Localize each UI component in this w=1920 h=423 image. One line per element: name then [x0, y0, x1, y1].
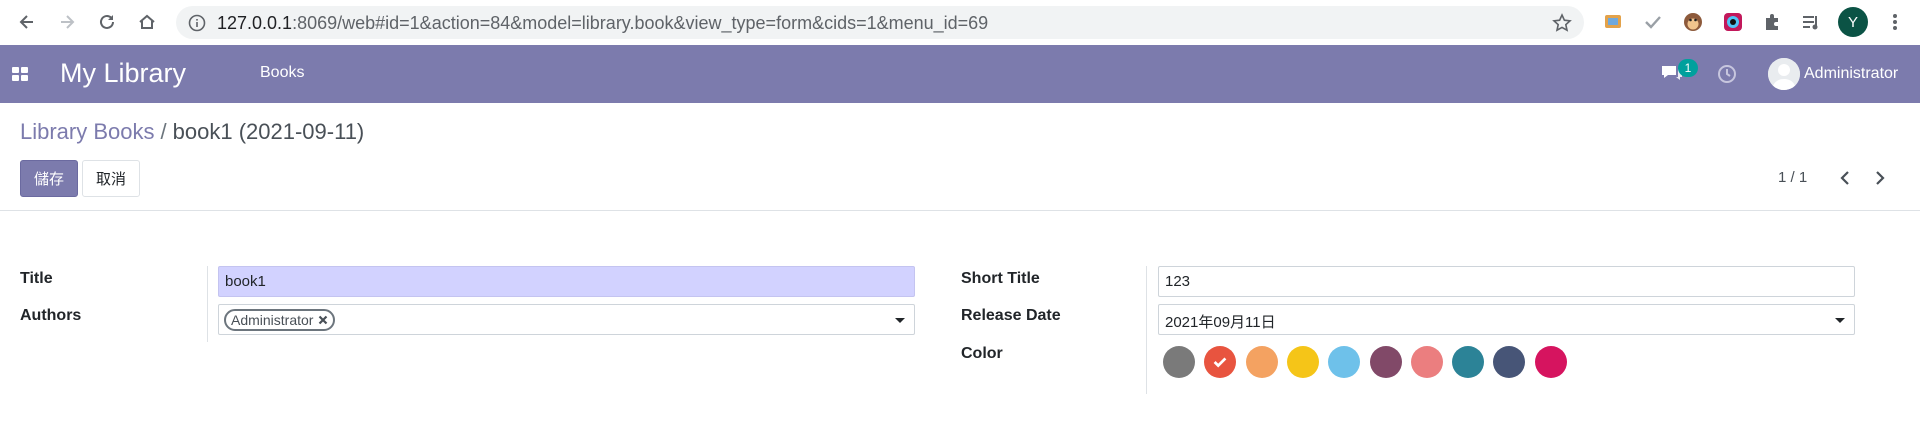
short-title-field[interactable]: 123 [1158, 266, 1855, 297]
puzzle-extensions-icon[interactable] [1762, 11, 1784, 33]
color-swatch[interactable] [1493, 346, 1526, 378]
chevron-right-icon[interactable] [1870, 168, 1890, 188]
color-swatch[interactable] [1369, 346, 1402, 378]
breadcrumb-parent-link[interactable]: Library Books [20, 119, 155, 144]
browser-menu-icon[interactable] [1885, 10, 1905, 34]
image-extension-icon[interactable] [1602, 11, 1624, 33]
short-title-label: Short Title [961, 270, 1040, 287]
color-label: Color [961, 345, 1003, 362]
home-icon[interactable] [132, 7, 162, 37]
pager-value[interactable]: 1 / 1 [1778, 169, 1807, 186]
control-panel-divider [0, 210, 1920, 211]
breadcrumb: Library Books / book1 (2021-09-11) [20, 119, 364, 145]
app-brand[interactable]: My Library [60, 58, 186, 89]
forward-arrow-icon[interactable] [52, 7, 82, 37]
left-group-separator [207, 266, 208, 342]
check-icon [1213, 357, 1227, 368]
authors-field[interactable]: Administrator [218, 304, 915, 335]
color-swatch[interactable] [1245, 346, 1278, 378]
messages-count-badge: 1 [1678, 59, 1698, 77]
release-date-field[interactable]: 2021年09月11日 [1158, 304, 1855, 335]
bookmark-star-icon[interactable] [1552, 13, 1572, 33]
url-path: :8069/web#id=1&action=84&model=library.b… [292, 13, 989, 33]
author-tag: Administrator [224, 309, 336, 331]
activity-clock-icon[interactable] [1717, 64, 1737, 84]
remove-tag-icon[interactable] [318, 315, 328, 325]
color-swatch[interactable] [1452, 346, 1485, 378]
breadcrumb-separator: / [160, 119, 167, 144]
checkmark-extension-icon[interactable] [1642, 11, 1664, 33]
menu-item-books[interactable]: Books [260, 64, 304, 82]
breadcrumb-current: book1 (2021-09-11) [172, 119, 365, 144]
user-avatar[interactable] [1768, 58, 1800, 90]
url-text: 127.0.0.1:8069/web#id=1&action=84&model=… [217, 13, 988, 34]
monkey-extension-icon[interactable] [1682, 11, 1704, 33]
url-host: 127.0.0.1 [217, 13, 293, 33]
apps-menu-icon[interactable] [11, 66, 29, 82]
release-date-value: 2021年09月11日 [1165, 314, 1276, 331]
browser-toolbar: 127.0.0.1:8069/web#id=1&action=84&model=… [0, 0, 1920, 45]
release-date-dropdown-caret-icon[interactable] [1835, 318, 1845, 323]
app-navbar: My Library Books 1 Administrator [0, 45, 1920, 103]
title-label: Title [20, 270, 53, 287]
color-swatch[interactable] [1163, 346, 1195, 378]
address-bar[interactable]: 127.0.0.1:8069/web#id=1&action=84&model=… [176, 6, 1584, 39]
color-picker-extension-icon[interactable] [1722, 11, 1744, 33]
color-swatch[interactable] [1534, 346, 1567, 378]
authors-label: Authors [20, 307, 82, 324]
save-button[interactable]: 儲存 [20, 160, 78, 197]
right-group-separator [1146, 266, 1147, 394]
media-queue-icon[interactable] [1800, 11, 1822, 33]
authors-dropdown-caret-icon[interactable] [895, 318, 905, 323]
profile-avatar[interactable]: Y [1838, 7, 1868, 37]
discard-button[interactable]: 取消 [82, 160, 140, 197]
color-swatch[interactable] [1286, 346, 1319, 378]
color-swatch[interactable] [1410, 346, 1443, 378]
site-info-icon[interactable] [188, 14, 206, 32]
color-swatch[interactable] [1328, 346, 1361, 378]
title-field[interactable]: book1 [218, 266, 915, 297]
release-date-label: Release Date [961, 307, 1061, 324]
user-name[interactable]: Administrator [1804, 65, 1898, 83]
chevron-left-icon[interactable] [1835, 168, 1855, 188]
reload-icon[interactable] [92, 7, 122, 37]
color-swatch[interactable] [1204, 346, 1237, 378]
back-arrow-icon[interactable] [12, 7, 42, 37]
author-tag-label: Administrator [231, 312, 314, 328]
